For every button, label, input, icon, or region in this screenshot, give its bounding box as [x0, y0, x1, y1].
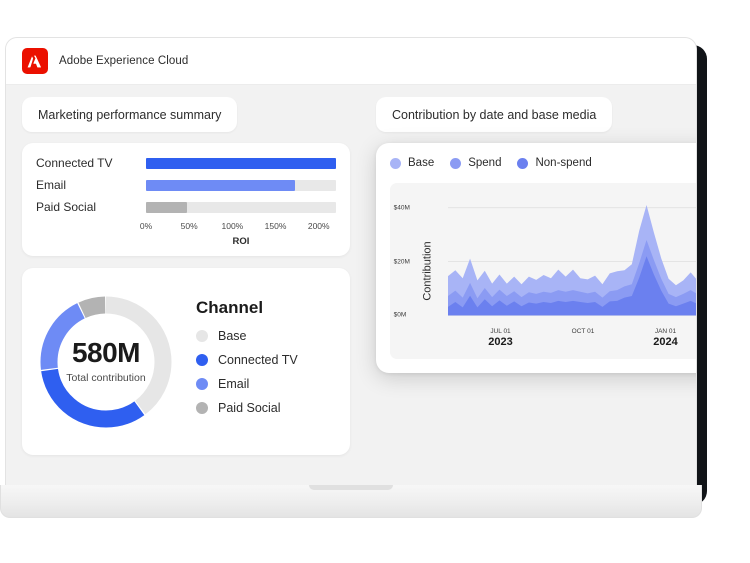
legend-color-dot: [196, 378, 208, 390]
panel-title-contribution[interactable]: Contribution by date and base media: [376, 97, 612, 132]
roi-bar-label: Connected TV: [36, 156, 146, 170]
legend-item-label: Connected TV: [218, 353, 298, 367]
legend-color-dot: [390, 158, 401, 169]
roi-x-tick: 100%: [221, 221, 243, 231]
area-legend-item[interactable]: Spend: [450, 157, 501, 169]
legend-color-dot: [196, 354, 208, 366]
left-column: Marketing performance summary Connected …: [22, 97, 350, 455]
legend-color-dot: [450, 158, 461, 169]
roi-axis-title: ROI: [146, 236, 336, 247]
roi-bar-label: Paid Social: [36, 200, 146, 214]
legend-item-label: Base: [408, 157, 434, 169]
area-y-tick: $40M: [394, 204, 410, 211]
roi-bar-row: Email: [36, 177, 336, 193]
legend-item-label: Email: [218, 377, 249, 391]
legend-item-label: Spend: [468, 157, 501, 169]
roi-bar-fill[interactable]: [146, 158, 336, 169]
legend-item-label: Non-spend: [535, 157, 591, 169]
channel-legend-title: Channel: [196, 298, 350, 318]
dashboard-content: Marketing performance summary Connected …: [6, 85, 696, 486]
roi-bar-track: [146, 158, 336, 169]
card-roi-chart: Connected TV Email Paid Social 0% 50% 100% 15…: [22, 143, 350, 256]
roi-bar-label: Email: [36, 178, 146, 192]
area-chart-legend: Base Spend Non-spend: [376, 143, 697, 169]
roi-bar-row: Connected TV: [36, 155, 336, 171]
laptop-screen: Adobe Experience Cloud Marketing perform…: [5, 37, 697, 486]
donut-total-value: 580M: [72, 339, 140, 367]
legend-item-label: Paid Social: [218, 401, 281, 415]
right-column: Contribution by date and base media: [376, 97, 676, 132]
area-legend-item[interactable]: Base: [390, 157, 434, 169]
roi-x-tick: 200%: [308, 221, 330, 231]
channel-legend-item[interactable]: Base: [196, 329, 350, 343]
roi-bar-fill[interactable]: [146, 202, 187, 213]
card-area-chart: BaseSpendNon-spend Contribution $0M$20M$…: [376, 143, 697, 373]
area-x-year-label: 2024: [653, 336, 677, 348]
roi-x-tick: 150%: [265, 221, 287, 231]
channel-legend-item[interactable]: Paid Social: [196, 401, 350, 415]
legend-item-label: Base: [218, 329, 247, 343]
area-x-year-label: 2023: [488, 336, 512, 348]
area-x-tick: JUL 01: [490, 328, 510, 335]
channel-legend-item[interactable]: Connected TV: [196, 353, 350, 367]
laptop-base: [0, 485, 702, 518]
roi-bar-track: [146, 180, 336, 191]
area-chart-plot: Contribution $0M$20M$40MJUL 01OCT 01JAN …: [390, 183, 697, 359]
donut-center-label: 580M Total contribution: [36, 292, 176, 432]
card-donut-chart: 580M Total contribution Channel Base Conn…: [22, 268, 350, 455]
area-x-tick: JAN 01: [655, 328, 676, 335]
donut-ring: 580M Total contribution: [36, 292, 176, 432]
channel-legend-item[interactable]: Email: [196, 377, 350, 391]
adobe-logo-icon: [22, 48, 48, 74]
roi-bar-fill[interactable]: [146, 180, 295, 191]
area-y-tick: $0M: [394, 312, 407, 319]
laptop-device: Adobe Experience Cloud Marketing perform…: [5, 37, 695, 497]
roi-bar-row: Paid Social: [36, 199, 336, 215]
roi-bar-track: [146, 202, 336, 213]
roi-x-tick: 0%: [140, 221, 152, 231]
area-y-tick: $20M: [394, 258, 410, 265]
roi-x-tick: 50%: [181, 221, 198, 231]
donut-total-caption: Total contribution: [66, 372, 145, 384]
area-x-tick: OCT 01: [572, 328, 595, 335]
roi-x-axis: 0%50%100%150%200%: [146, 221, 336, 235]
panel-title-marketing-performance[interactable]: Marketing performance summary: [22, 97, 237, 132]
area-legend-item[interactable]: Non-spend: [517, 157, 591, 169]
legend-color-dot: [196, 330, 208, 342]
legend-color-dot: [517, 158, 528, 169]
donut-chart: 580M Total contribution: [22, 292, 190, 432]
app-header: Adobe Experience Cloud: [6, 38, 696, 85]
legend-color-dot: [196, 402, 208, 414]
channel-legend: Channel Base Connected TV Email Paid Social: [190, 298, 350, 425]
app-title: Adobe Experience Cloud: [59, 55, 188, 67]
roi-chart: Connected TV Email Paid Social 0% 50% 100% 15…: [36, 155, 336, 247]
